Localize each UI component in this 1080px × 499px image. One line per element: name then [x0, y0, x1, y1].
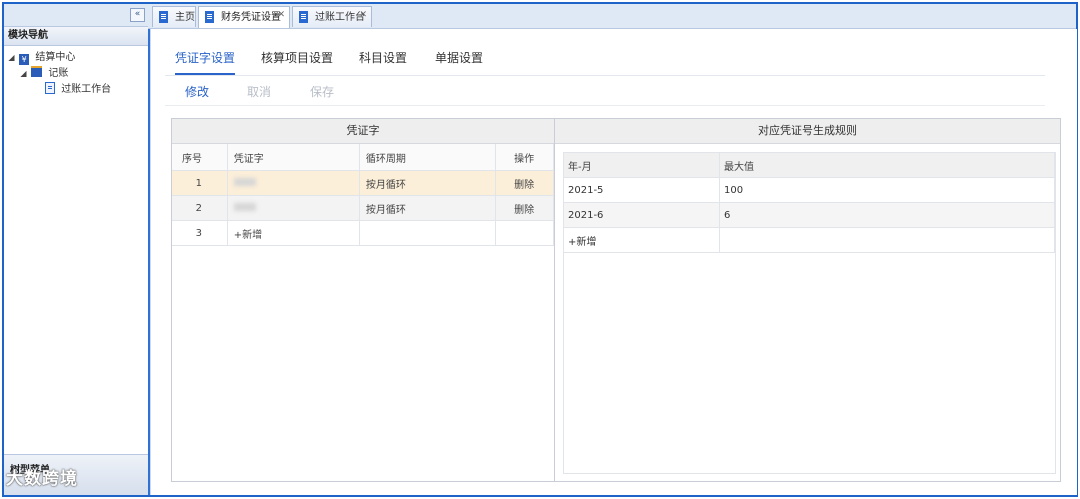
column-header: 最大值 — [719, 153, 1055, 178]
table-row[interactable]: 1 按月循环 删除 — [172, 170, 554, 196]
yen-icon: ¥ — [19, 54, 30, 65]
table-row[interactable]: 2021-5 100 — [564, 177, 1055, 203]
subtab-voucher-word[interactable]: 凭证字设置 — [175, 49, 236, 75]
table-row[interactable]: 2 按月循环 删除 — [172, 195, 554, 221]
column-header: 序号 — [172, 144, 228, 171]
close-icon[interactable]: ✕ — [277, 5, 285, 26]
cancel-button[interactable]: 取消 — [247, 83, 271, 100]
tab-voucher-settings[interactable]: 财务凭证设置 ✕ — [198, 6, 290, 28]
save-button[interactable]: 保存 — [310, 83, 334, 100]
max-value-cell[interactable]: 100 — [719, 177, 1055, 203]
subtab-documents[interactable]: 单据设置 — [435, 49, 483, 66]
panel-title: 凭证字 — [172, 119, 554, 144]
panel-title: 对应凭证号生成规则 — [555, 119, 1060, 144]
rule-table-container: 年-月 最大值 2021-5 100 2021-6 6 +新增 — [563, 152, 1056, 474]
voucher-word-panel: 凭证字 序号 凭证字 循环周期 操作 1 按月循环 删除 2 按月循环 删除 3… — [172, 119, 555, 481]
document-icon — [299, 11, 308, 23]
watermark-text: 大数跨境 — [6, 469, 78, 489]
empty-cell — [719, 227, 1055, 253]
folder-icon — [31, 66, 43, 77]
module-navigation: « 模块导航 ◢ ¥ 结算中心 ◢ 记账 过账工作台 树型菜单 — [4, 4, 150, 495]
collapse-nav-button[interactable]: « — [130, 8, 145, 22]
column-header: 年-月 — [564, 153, 720, 178]
voucher-word-cell[interactable] — [227, 170, 360, 196]
month-cell[interactable]: 2021-6 — [564, 202, 720, 228]
table-row[interactable]: 3 +新增 — [172, 220, 554, 246]
column-header: 凭证字 — [227, 144, 360, 171]
table-row[interactable]: 2021-6 6 — [564, 202, 1055, 228]
column-header: 操作 — [495, 144, 554, 171]
tab-label: 主页 — [175, 12, 195, 23]
row-number: 1 — [172, 170, 228, 196]
delete-button[interactable]: 删除 — [495, 195, 554, 221]
max-value-cell[interactable]: 6 — [719, 202, 1055, 228]
add-row-button[interactable]: +新增 — [564, 227, 720, 253]
voucher-number-rule-panel: 对应凭证号生成规则 年-月 最大值 2021-5 100 2021-6 6 +新… — [555, 119, 1060, 481]
table-row[interactable]: +新增 — [564, 227, 1055, 253]
voucher-word-table: 序号 凭证字 循环周期 操作 1 按月循环 删除 2 按月循环 删除 3 +新增 — [172, 144, 554, 246]
app-window: « 模块导航 ◢ ¥ 结算中心 ◢ 记账 过账工作台 树型菜单 主页 财务凭证设… — [2, 2, 1078, 497]
rule-table: 年-月 最大值 2021-5 100 2021-6 6 +新增 — [564, 153, 1055, 253]
tab-home[interactable]: 主页 — [152, 6, 196, 27]
add-row-button[interactable]: +新增 — [227, 220, 360, 246]
nav-title: 模块导航 — [4, 27, 148, 46]
document-icon — [159, 11, 168, 23]
nav-tree: ◢ ¥ 结算中心 ◢ 记账 过账工作台 — [4, 46, 148, 98]
expand-arrow-icon[interactable]: ◢ — [7, 50, 16, 66]
close-icon[interactable]: ✕ — [359, 5, 367, 26]
cycle-cell[interactable]: 按月循环 — [359, 170, 497, 196]
settings-panels: 凭证字 序号 凭证字 循环周期 操作 1 按月循环 删除 2 按月循环 删除 3… — [171, 118, 1061, 482]
expand-arrow-icon[interactable]: ◢ — [19, 66, 28, 82]
row-number: 3 — [172, 220, 228, 246]
delete-button[interactable]: 删除 — [495, 170, 554, 196]
tree-item-bookkeeping[interactable]: ◢ 记账 — [4, 66, 148, 82]
tab-posting-workbench[interactable]: 过账工作台 ✕ — [292, 6, 372, 27]
main-content: 凭证字设置 核算项目设置 科目设置 单据设置 修改 取消 保存 凭证字 序号 凭… — [150, 29, 1077, 495]
document-icon — [45, 82, 55, 94]
tab-label: 过账工作台 — [315, 12, 365, 23]
tree-item-settlement-center[interactable]: ◢ ¥ 结算中心 — [4, 50, 148, 66]
table-header-row: 年-月 最大值 — [564, 153, 1055, 178]
tree-item-label: 记账 — [48, 68, 69, 79]
tree-item-posting-workbench[interactable]: 过账工作台 — [4, 82, 148, 98]
document-icon — [205, 11, 214, 23]
voucher-word-cell[interactable] — [227, 195, 360, 221]
cycle-cell[interactable]: 按月循环 — [359, 195, 497, 221]
month-cell[interactable]: 2021-5 — [564, 177, 720, 203]
action-toolbar: 修改 取消 保存 — [165, 77, 1045, 106]
edit-button[interactable]: 修改 — [185, 83, 209, 100]
subtab-subjects[interactable]: 科目设置 — [359, 49, 407, 66]
empty-cell — [359, 220, 497, 246]
redacted-value — [233, 202, 256, 211]
table-header-row: 序号 凭证字 循环周期 操作 — [172, 144, 554, 171]
empty-cell — [495, 220, 554, 246]
tree-item-label: 过账工作台 — [61, 84, 112, 95]
redacted-value — [233, 177, 256, 186]
column-header: 循环周期 — [359, 144, 497, 171]
nav-collapse-bar: « — [4, 4, 148, 27]
tab-bar: 主页 财务凭证设置 ✕ 过账工作台 ✕ — [148, 4, 1076, 29]
subtab-accounting-items[interactable]: 核算项目设置 — [261, 49, 333, 66]
tab-label: 财务凭证设置 — [221, 12, 281, 23]
settings-subtabs: 凭证字设置 核算项目设置 科目设置 单据设置 — [165, 41, 1045, 76]
row-number: 2 — [172, 195, 228, 221]
tree-item-label: 结算中心 — [35, 52, 76, 63]
